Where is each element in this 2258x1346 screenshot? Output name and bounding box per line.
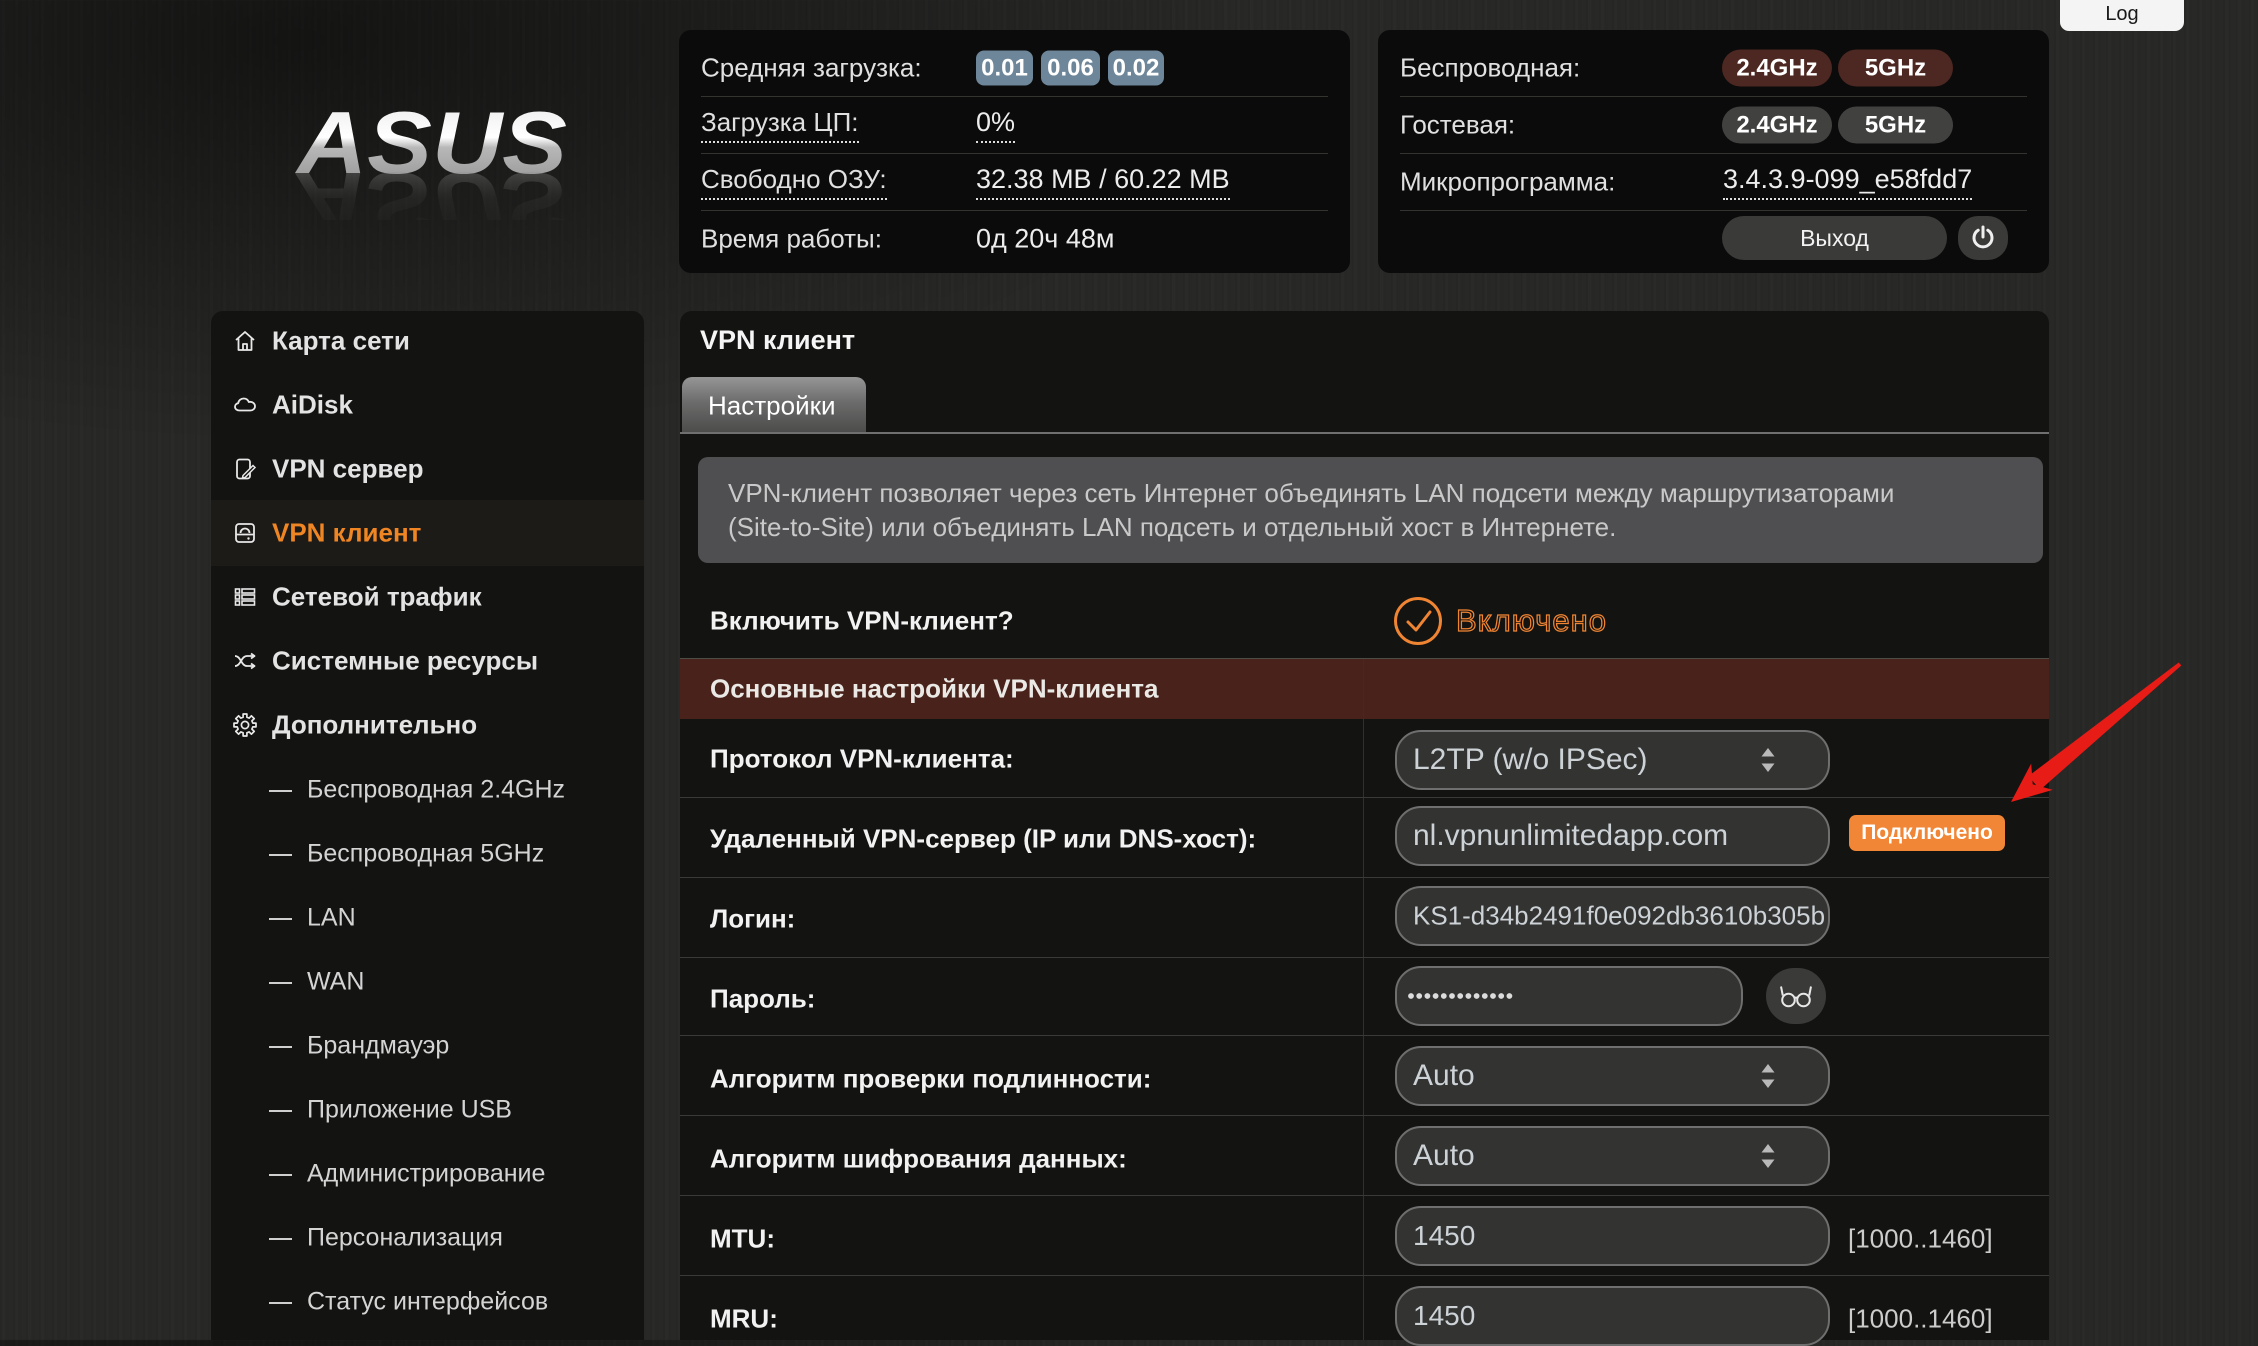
svg-text:ASUS: ASUS [295, 154, 567, 220]
